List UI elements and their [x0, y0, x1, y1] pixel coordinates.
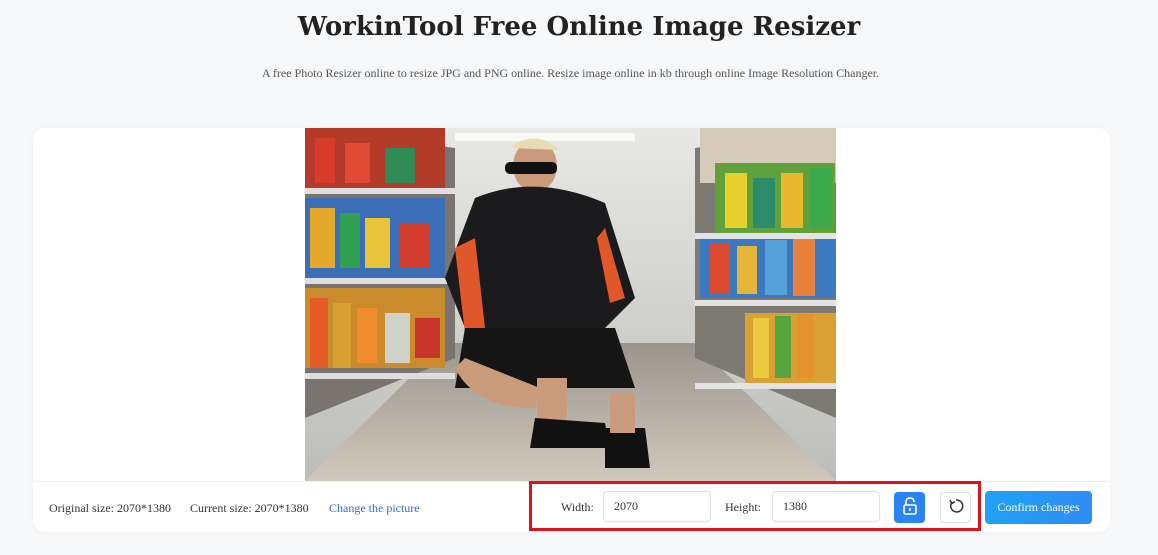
- height-input[interactable]: [772, 491, 880, 522]
- width-label: Width:: [561, 500, 594, 514]
- photo-preview: [305, 128, 836, 481]
- confirm-changes-button[interactable]: Confirm changes: [985, 491, 1092, 524]
- change-picture-link[interactable]: Change the picture: [329, 501, 420, 516]
- page-title: WorkinTool Free Online Image Resizer: [297, 12, 861, 42]
- image-preview: [305, 128, 836, 481]
- original-size-text: Original size: 2070*1380: [49, 501, 171, 515]
- page-subtitle: A free Photo Resizer online to resize JP…: [261, 66, 880, 80]
- aspect-lock-button[interactable]: [894, 492, 925, 523]
- current-size-text: Current size: 2070*1380: [190, 501, 309, 515]
- height-label: Height:: [725, 500, 761, 514]
- resizer-card: Original size: 2070*1380 Current size: 2…: [33, 128, 1110, 532]
- reset-size-button[interactable]: [940, 492, 971, 523]
- reset-icon: [948, 498, 964, 517]
- width-input[interactable]: [603, 491, 711, 522]
- lock-icon: [902, 497, 918, 518]
